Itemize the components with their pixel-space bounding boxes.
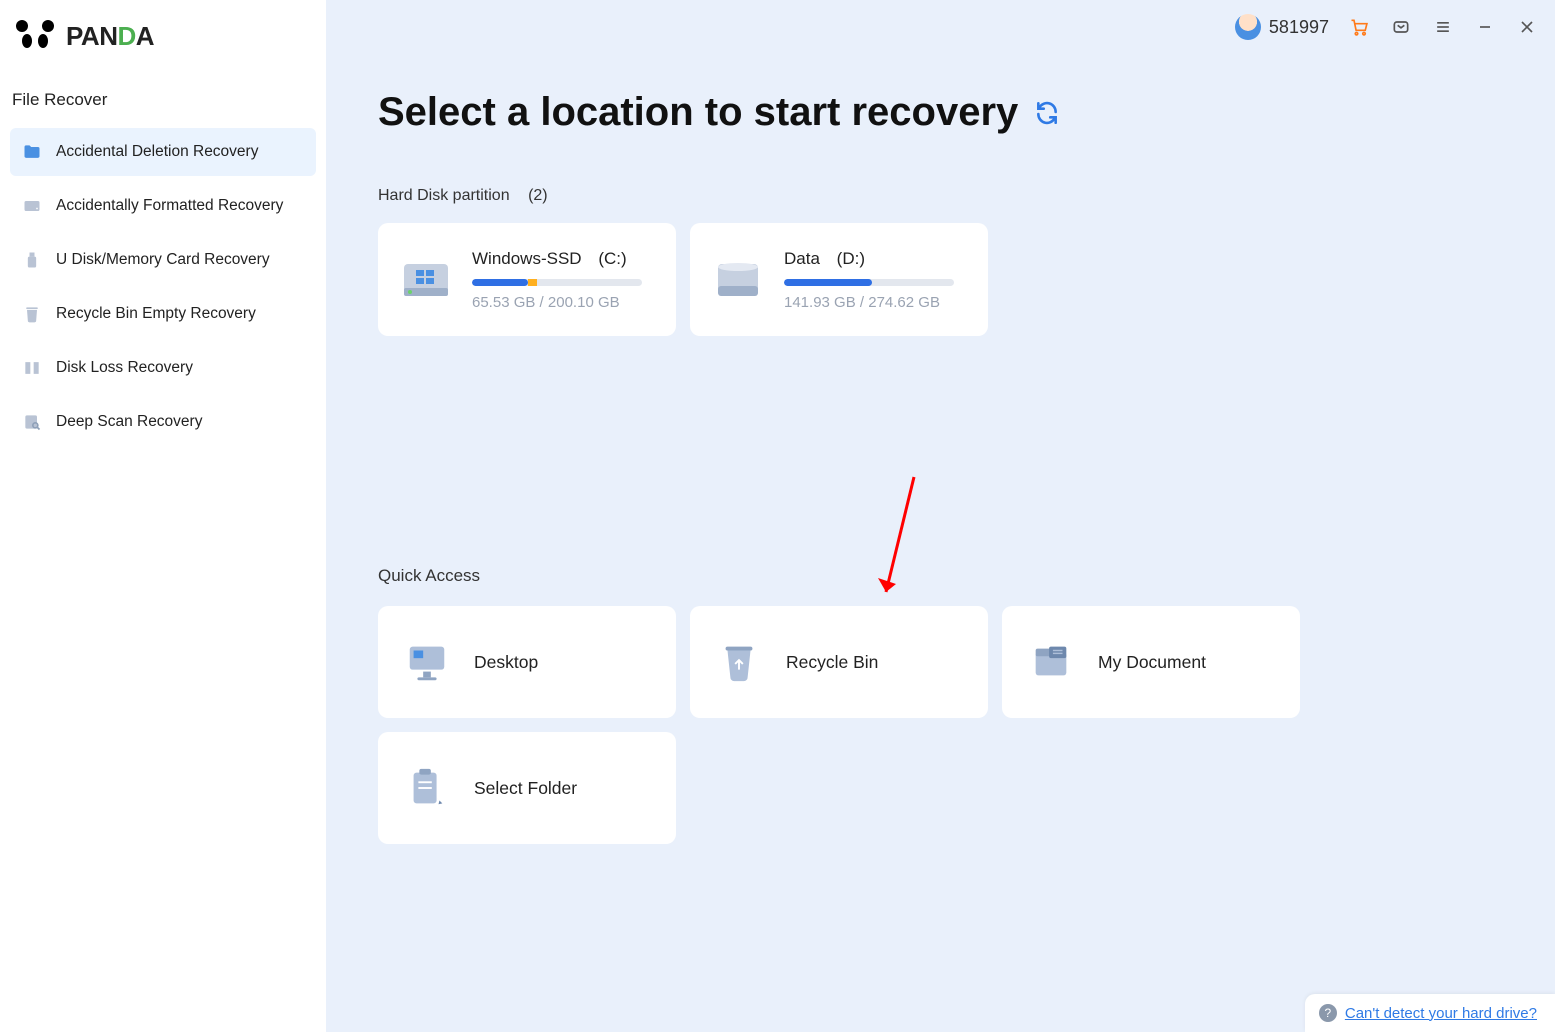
sidebar-item-label: Recycle Bin Empty Recovery: [56, 305, 256, 323]
disk-icon: [712, 254, 764, 306]
user-id: 581997: [1269, 17, 1329, 38]
quick-card-mydocument[interactable]: My Document: [1002, 606, 1300, 718]
sidebar-item-formatted[interactable]: Accidentally Formatted Recovery: [10, 182, 316, 230]
disk-size: 141.93 GB / 274.62 GB: [784, 294, 966, 311]
recyclebin-icon: [716, 639, 762, 685]
user-badge[interactable]: 581997: [1235, 14, 1329, 40]
search-doc-icon: [22, 412, 42, 432]
disk-name: Data: [784, 249, 820, 268]
trash-icon: [22, 304, 42, 324]
document-folder-icon: [1028, 639, 1074, 685]
quick-item-label: Select Folder: [474, 778, 577, 799]
sidebar-item-label: Deep Scan Recovery: [56, 413, 202, 431]
disk-usage-bar: [784, 279, 954, 286]
clipboard-edit-icon: [404, 765, 450, 811]
desktop-icon: [404, 639, 450, 685]
sidebar-item-disk-loss[interactable]: Disk Loss Recovery: [10, 344, 316, 392]
quick-item-label: Recycle Bin: [786, 652, 878, 673]
sidebar-item-label: U Disk/Memory Card Recovery: [56, 251, 270, 269]
quick-item-label: My Document: [1098, 652, 1206, 673]
inbox-button[interactable]: [1389, 15, 1413, 39]
page-title: Select a location to start recovery: [378, 90, 1499, 135]
help-link[interactable]: Can't detect your hard drive?: [1345, 1005, 1537, 1022]
hdd-icon: [22, 196, 42, 216]
sidebar: PANDA File Recover Accidental Deletion R…: [0, 0, 326, 1032]
sidebar-item-accidental-deletion[interactable]: Accidental Deletion Recovery: [10, 128, 316, 176]
book-open-icon: [22, 358, 42, 378]
disk-size: 65.53 GB / 200.10 GB: [472, 294, 654, 311]
sidebar-item-label: Disk Loss Recovery: [56, 359, 193, 377]
disk-usage-bar: [472, 279, 642, 286]
sidebar-item-label: Accidentally Formatted Recovery: [56, 197, 283, 215]
disk-card-d[interactable]: Data (D:) 141.93 GB / 274.62 GB: [690, 223, 988, 336]
close-button[interactable]: [1515, 15, 1539, 39]
panda-logo-icon: [16, 20, 60, 52]
minimize-button[interactable]: [1473, 15, 1497, 39]
sidebar-item-deep-scan[interactable]: Deep Scan Recovery: [10, 398, 316, 446]
sidebar-item-recycle[interactable]: Recycle Bin Empty Recovery: [10, 290, 316, 338]
partition-count: (2): [528, 187, 548, 204]
main-panel: 581997 Select a location to start recove…: [326, 0, 1555, 1032]
sidebar-nav: Accidental Deletion Recovery Accidentall…: [10, 128, 316, 452]
sidebar-item-label: Accidental Deletion Recovery: [56, 143, 258, 161]
sidebar-item-usb[interactable]: U Disk/Memory Card Recovery: [10, 236, 316, 284]
help-pill: ? Can't detect your hard drive?: [1305, 994, 1555, 1032]
brand-logo: PANDA: [10, 16, 316, 90]
topbar: 581997: [326, 0, 1555, 50]
partition-row: Windows-SSD (C:) 65.53 GB / 200.10 GB: [378, 223, 1499, 336]
windows-disk-icon: [400, 254, 452, 306]
quick-access-label: Quick Access: [378, 566, 1499, 586]
quick-card-desktop[interactable]: Desktop: [378, 606, 676, 718]
quick-card-recyclebin[interactable]: Recycle Bin: [690, 606, 988, 718]
page-title-text: Select a location to start recovery: [378, 90, 1018, 135]
menu-button[interactable]: [1431, 15, 1455, 39]
folder-icon: [22, 142, 42, 162]
refresh-button[interactable]: [1034, 100, 1060, 126]
quick-item-label: Desktop: [474, 652, 538, 673]
quick-card-select-folder[interactable]: Select Folder: [378, 732, 676, 844]
partition-section-label: Hard Disk partition (2): [378, 187, 1499, 205]
cart-button[interactable]: [1347, 15, 1371, 39]
quick-access-grid: Desktop Recycle Bin My Document Select F…: [378, 606, 1318, 844]
help-icon: ?: [1319, 1004, 1337, 1022]
disk-name: Windows-SSD: [472, 249, 582, 268]
disk-card-c[interactable]: Windows-SSD (C:) 65.53 GB / 200.10 GB: [378, 223, 676, 336]
disk-drive-letter: (D:): [837, 249, 865, 268]
sidebar-section-title: File Recover: [10, 90, 316, 128]
disk-drive-letter: (C:): [598, 249, 626, 268]
brand-name: PANDA: [66, 21, 154, 52]
avatar-icon: [1235, 14, 1261, 40]
usb-icon: [22, 250, 42, 270]
